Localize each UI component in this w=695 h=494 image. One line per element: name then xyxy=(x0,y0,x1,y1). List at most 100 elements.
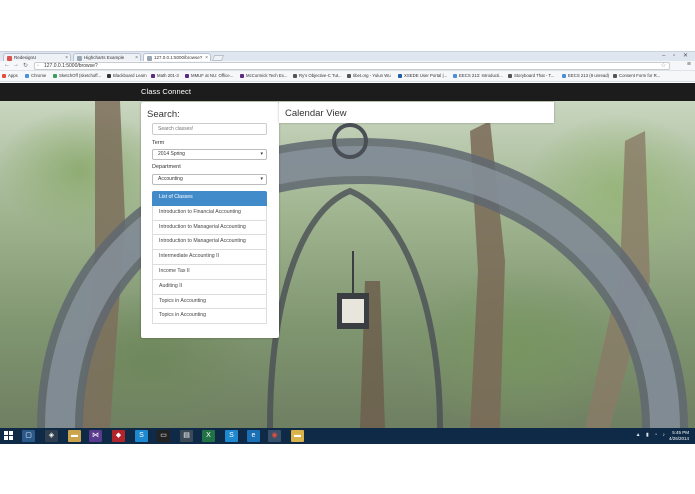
page-icon xyxy=(613,74,617,78)
ie-icon[interactable]: e xyxy=(247,430,260,442)
calendar-panel: Calendar View xyxy=(279,102,554,123)
search-input[interactable] xyxy=(152,123,267,135)
class-list-item[interactable]: Topics in Accounting xyxy=(152,309,267,325)
class-list-item[interactable]: Intermediate Accounting II xyxy=(152,250,267,265)
window-controls[interactable]: – ▫ ✕ xyxy=(662,52,691,59)
windows-start-icon[interactable] xyxy=(4,431,14,441)
search-heading: Search: xyxy=(147,109,180,120)
bookmark-label: Apps xyxy=(8,73,18,78)
bookmark-label: XSEDE User Portal |... xyxy=(404,73,448,78)
bookmark-label: Storyboard That - T... xyxy=(514,73,555,78)
bookmark-label: Ry's Objective-C Tut... xyxy=(299,73,342,78)
calendar-heading: Calendar View xyxy=(285,108,347,119)
dropdown-caret-icon: ▾ xyxy=(260,176,263,182)
skype-2-icon[interactable]: S xyxy=(225,430,238,442)
term-select[interactable]: 2014 Spring ▾ xyxy=(152,149,267,160)
arch-gate-illustration xyxy=(37,101,688,428)
tab-label: 127.0.0.1:5000/browse? xyxy=(154,55,203,60)
bookmark-label: EECS 213: Introducti... xyxy=(459,73,503,78)
dropdown-caret-icon: ▾ xyxy=(260,151,263,157)
bookmarks-bar: Apps Chrome SketchOff (sketchoff... Blac… xyxy=(0,71,695,82)
department-label: Department xyxy=(152,164,181,170)
class-list-item[interactable]: Introduction to Financial Accounting xyxy=(152,205,267,221)
bookmark-consent-form[interactable]: Consent Form for R... xyxy=(613,73,660,79)
department-selected-value: Accounting xyxy=(158,176,183,182)
term-label: Term xyxy=(152,140,165,146)
search-panel: Search: Term 2014 Spring ▾ Department Ac… xyxy=(141,102,279,338)
bookmark-storyboard[interactable]: Storyboard That - T... xyxy=(508,73,554,79)
tab-label: RedesignU xyxy=(14,55,37,60)
bookmark-sketchoff[interactable]: SketchOff (sketchoff... xyxy=(53,73,101,79)
apps-grid-icon xyxy=(2,74,6,78)
page-icon xyxy=(240,74,244,78)
bookmark-eecs-mail[interactable]: EECS 213 (8 unread) xyxy=(562,73,609,79)
file-explorer-icon[interactable]: ▬ xyxy=(68,430,81,442)
windows-taskbar: ▢ ◈ ▬ ⋈ ◆ S ▭ ▤ X S e ◉ ▬ ▲ ▮ ◔ ♪ 5:45 P… xyxy=(0,428,695,444)
bookmark-xsede[interactable]: XSEDE User Portal |... xyxy=(398,73,447,79)
bookmark-eecs-213[interactable]: EECS 213: Introducti... xyxy=(453,73,503,79)
class-list-item[interactable]: Introduction to Managerial Accounting xyxy=(152,220,267,236)
clock-date: 4/26/2014 xyxy=(668,436,689,441)
bookmark-label: EECS 213 (8 unread) xyxy=(568,73,610,78)
class-list-item[interactable]: Introduction to Managerial Accounting xyxy=(152,235,267,251)
visual-studio-icon[interactable]: ⋈ xyxy=(89,430,102,442)
chart-app-icon[interactable]: ▤ xyxy=(180,430,193,442)
bookmark-label: tibet.org - Yulun Wu xyxy=(353,73,391,78)
class-list-item[interactable]: Income Tax II xyxy=(152,264,267,280)
chrome-icon[interactable]: ◉ xyxy=(268,430,281,442)
browser-tab-strip: RedesignU × Highcharts Example × 127.0.0… xyxy=(0,51,695,62)
page-icon xyxy=(151,74,155,78)
address-bar[interactable]: ▫ 127.0.0.1:5000/browse? ☆ xyxy=(34,62,670,70)
department-select[interactable]: Accounting ▾ xyxy=(152,174,267,185)
page-icon xyxy=(347,74,351,78)
terminal-icon[interactable]: ▭ xyxy=(157,430,170,442)
bookmark-label: Consent Form for R... xyxy=(619,73,661,78)
taskbar-clock[interactable]: 5:45 PM 4/26/2014 xyxy=(669,430,689,442)
bookmark-mmuf[interactable]: MMUF at NU: Office... xyxy=(185,73,233,79)
app-navbar: Class Connect xyxy=(0,83,695,101)
bookmark-tibet[interactable]: tibet.org - Yulun Wu xyxy=(347,73,391,79)
background-photo xyxy=(0,101,695,428)
brand-link[interactable]: Class Connect xyxy=(141,87,191,96)
excel-icon[interactable]: X xyxy=(202,430,215,442)
task-view-icon[interactable]: ▢ xyxy=(22,430,35,442)
unity-icon[interactable]: ◈ xyxy=(45,430,58,442)
tab-label: Highcharts Example xyxy=(84,55,125,60)
page-icon xyxy=(398,74,402,78)
bookmark-mccormick[interactable]: McCormick Tech Ex... xyxy=(240,73,287,79)
page-icon xyxy=(185,74,189,78)
term-selected-value: 2014 Spring xyxy=(158,151,185,157)
bookmark-label: Math 201-3 xyxy=(157,73,179,78)
page-icon xyxy=(293,74,297,78)
page-info-icon: ▫ xyxy=(37,63,39,69)
back-arrow-icon[interactable]: ← xyxy=(4,62,10,68)
class-list: List of Classes Introduction to Financia… xyxy=(152,191,267,325)
bookmark-objective-c[interactable]: Ry's Objective-C Tut... xyxy=(293,73,342,79)
red-app-icon[interactable]: ◆ xyxy=(112,430,125,442)
page-icon xyxy=(453,74,457,78)
class-list-item[interactable]: Topics in Accounting xyxy=(152,294,267,310)
bookmark-label: McCormick Tech Ex... xyxy=(246,73,288,78)
bookmark-label: MMUF at NU: Office... xyxy=(191,73,234,78)
bookmark-apps[interactable]: Apps xyxy=(2,73,18,79)
skype-icon[interactable]: S xyxy=(135,430,148,442)
bookmark-label: Blackboard Learn xyxy=(113,73,147,78)
forward-arrow-icon[interactable]: → xyxy=(13,62,19,68)
bookmark-blackboard[interactable]: Blackboard Learn xyxy=(107,73,147,79)
mail-icon xyxy=(562,74,566,78)
class-list-item[interactable]: Auditing II xyxy=(152,279,267,295)
system-tray[interactable]: ▲ ▮ ◔ ♪ xyxy=(636,432,667,438)
bookmark-star-icon[interactable]: ☆ xyxy=(661,63,666,70)
chrome-menu-icon[interactable]: ≡ xyxy=(687,61,691,68)
folder-icon[interactable]: ▬ xyxy=(291,430,304,442)
bookmark-math[interactable]: Math 201-3 xyxy=(151,73,179,79)
browser-toolbar: ← → ↻ ▫ 127.0.0.1:5000/browse? ☆ ≡ xyxy=(0,61,695,71)
reload-icon[interactable]: ↻ xyxy=(23,62,28,69)
class-list-header: List of Classes xyxy=(152,191,267,206)
page-icon xyxy=(53,74,57,78)
bookmark-chrome[interactable]: Chrome xyxy=(25,73,46,79)
page-icon xyxy=(107,74,111,78)
page-icon xyxy=(25,74,29,78)
url-text: 127.0.0.1:5000/browse? xyxy=(44,63,98,69)
screen: RedesignU × Highcharts Example × 127.0.0… xyxy=(0,0,695,494)
